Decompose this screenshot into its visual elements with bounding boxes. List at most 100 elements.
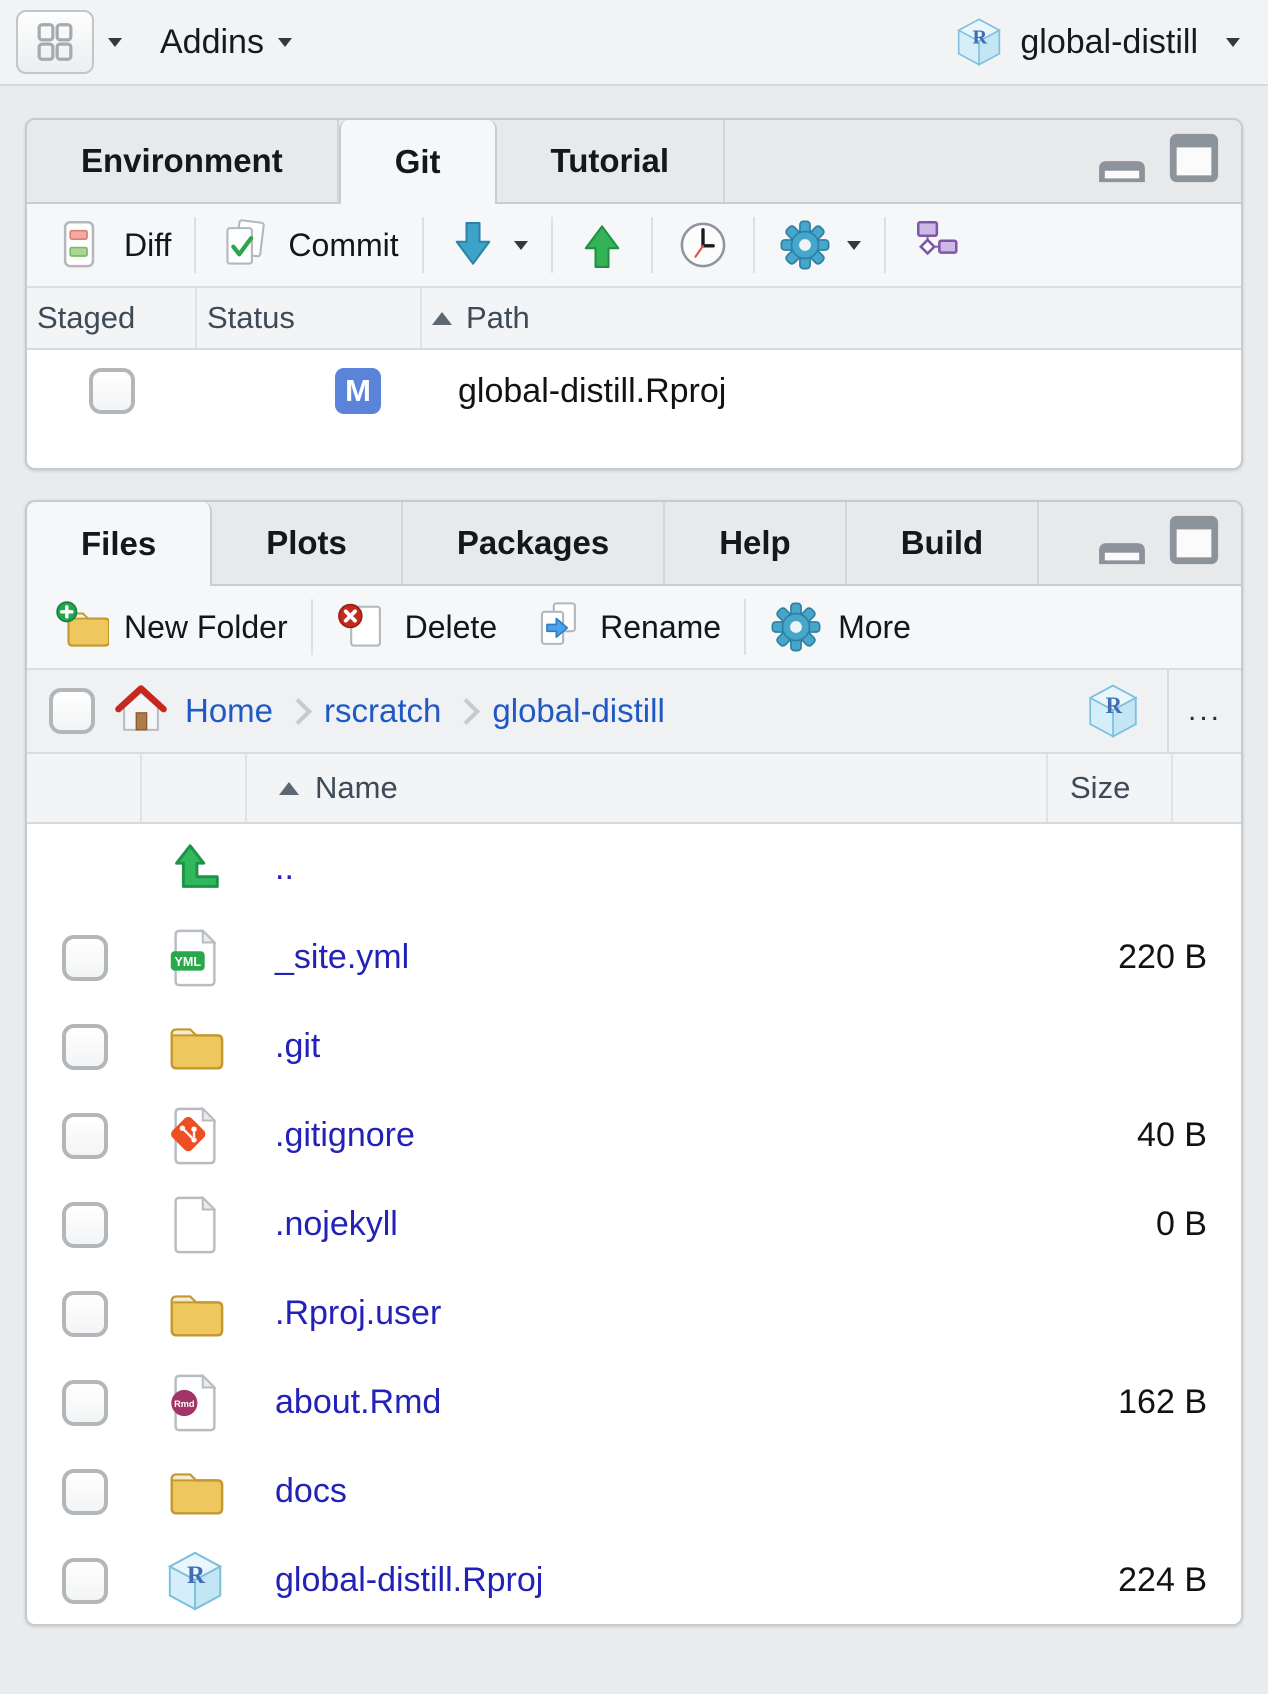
maximize-pane-icon[interactable] <box>1167 512 1221 568</box>
more-button[interactable]: More <box>759 596 921 658</box>
sort-asc-icon <box>279 782 299 795</box>
file-checkbox[interactable] <box>62 1291 108 1337</box>
diff-button[interactable]: Diff <box>45 214 181 276</box>
file-link[interactable]: .git <box>275 1027 320 1065</box>
status-column-header[interactable]: Status <box>197 288 422 348</box>
addins-menu[interactable]: Addins <box>160 23 292 62</box>
file-row[interactable]: docs <box>27 1447 1241 1536</box>
pull-button[interactable] <box>437 212 538 278</box>
file-row[interactable]: .nojekyll 0 B <box>27 1180 1241 1269</box>
rename-label: Rename <box>600 609 721 646</box>
tab-plots[interactable]: Plots <box>212 502 403 584</box>
tab-help[interactable]: Help <box>665 502 847 584</box>
file-list: .. YML _site.yml 220 B .git .gitignore 4… <box>27 824 1241 1625</box>
folder-icon <box>164 1283 226 1345</box>
file-link[interactable]: _site.yml <box>275 938 409 976</box>
git-pane: Environment Git Tutorial Diff Commit <box>25 118 1243 470</box>
git-file-icon <box>164 1105 226 1167</box>
minimize-pane-icon[interactable] <box>1095 526 1149 568</box>
tab-git[interactable]: Git <box>339 120 497 204</box>
file-icon <box>164 1194 226 1256</box>
file-row[interactable]: .gitignore 40 B <box>27 1091 1241 1180</box>
file-checkbox[interactable] <box>62 935 108 981</box>
delete-button[interactable]: Delete <box>326 596 508 658</box>
file-link[interactable]: .. <box>275 849 294 887</box>
tab-label: Build <box>901 524 983 562</box>
diff-icon <box>55 218 109 272</box>
toolbar-divider <box>651 217 653 273</box>
rename-button[interactable]: Rename <box>521 596 731 658</box>
file-link[interactable]: .nojekyll <box>275 1205 398 1243</box>
commit-button[interactable]: Commit <box>209 214 408 276</box>
rproject-icon: R <box>1085 683 1141 739</box>
sort-asc-icon <box>432 312 452 325</box>
push-arrow-icon <box>576 216 628 274</box>
files-table-header: Name Size <box>27 754 1241 824</box>
project-menu[interactable]: R global-distill <box>954 17 1268 67</box>
dropdown-caret-icon <box>108 38 122 47</box>
tab-label: Environment <box>81 142 283 180</box>
file-row[interactable]: .Rproj.user <box>27 1269 1241 1358</box>
tab-label: Plots <box>266 524 347 562</box>
tab-label: Tutorial <box>551 142 670 180</box>
file-link[interactable]: docs <box>275 1472 347 1510</box>
file-checkbox[interactable] <box>62 1380 108 1426</box>
file-row[interactable]: R global-distill.Rproj 224 B <box>27 1536 1241 1625</box>
main-toolbar: Addins R global-distill <box>0 0 1268 86</box>
breadcrumb-overflow-button[interactable]: ... <box>1167 670 1241 752</box>
file-checkbox[interactable] <box>62 1469 108 1515</box>
breadcrumb-home[interactable]: Home <box>185 692 273 730</box>
file-link[interactable]: about.Rmd <box>275 1383 441 1421</box>
staged-checkbox[interactable] <box>89 368 135 414</box>
tab-files[interactable]: Files <box>27 502 212 586</box>
new-folder-label: New Folder <box>124 609 288 646</box>
home-icon[interactable] <box>111 681 171 741</box>
tab-environment[interactable]: Environment <box>27 120 339 202</box>
tab-build[interactable]: Build <box>847 502 1039 584</box>
svg-text:R: R <box>973 27 988 49</box>
files-toolbar: New Folder Delete Rename More <box>27 586 1241 670</box>
pull-arrow-icon <box>447 216 499 274</box>
file-link[interactable]: global-distill.Rproj <box>275 1561 543 1599</box>
file-row[interactable]: .. <box>27 824 1241 913</box>
name-column-header[interactable]: Name <box>247 754 1048 822</box>
staged-column-header[interactable]: Staged <box>27 288 197 348</box>
maximize-pane-icon[interactable] <box>1167 130 1221 186</box>
file-checkbox[interactable] <box>62 1113 108 1159</box>
svg-text:Rmd: Rmd <box>174 1398 194 1408</box>
git-table-header: Staged Status Path <box>27 288 1241 350</box>
file-size: 224 B <box>1048 1561 1215 1600</box>
file-row[interactable]: .git <box>27 1002 1241 1091</box>
path-column-header[interactable]: Path <box>422 288 1241 348</box>
branch-diagram-button[interactable] <box>899 214 973 276</box>
git-row-path: global-distill.Rproj <box>422 372 1241 411</box>
rproject-icon: R <box>954 17 1004 67</box>
history-button[interactable] <box>666 214 740 276</box>
rename-icon <box>531 600 585 654</box>
file-checkbox[interactable] <box>62 1558 108 1604</box>
git-more-button[interactable] <box>768 214 871 276</box>
breadcrumb-global-distill[interactable]: global-distill <box>492 692 664 730</box>
new-folder-button[interactable]: New Folder <box>45 596 298 658</box>
file-link[interactable]: .gitignore <box>275 1116 415 1154</box>
file-checkbox[interactable] <box>62 1024 108 1070</box>
select-all-checkbox[interactable] <box>49 688 95 734</box>
toolbar-divider <box>753 217 755 273</box>
breadcrumb-rscratch[interactable]: rscratch <box>324 692 441 730</box>
more-label: More <box>838 609 911 646</box>
file-row[interactable]: YML _site.yml 220 B <box>27 913 1241 1002</box>
git-row[interactable]: M global-distill.Rproj <box>27 350 1241 432</box>
file-link[interactable]: .Rproj.user <box>275 1294 441 1332</box>
push-button[interactable] <box>566 212 638 278</box>
commit-diagram-icon <box>909 218 963 272</box>
pane-layout-button[interactable] <box>0 10 122 74</box>
tab-tutorial[interactable]: Tutorial <box>497 120 726 202</box>
size-column-header[interactable]: Size <box>1048 754 1173 822</box>
svg-text:YML: YML <box>174 954 201 968</box>
file-checkbox[interactable] <box>62 1202 108 1248</box>
file-row[interactable]: Rmd about.Rmd 162 B <box>27 1358 1241 1447</box>
file-size: 40 B <box>1048 1116 1215 1155</box>
minimize-pane-icon[interactable] <box>1095 144 1149 186</box>
status-badge: M <box>335 368 381 414</box>
tab-packages[interactable]: Packages <box>403 502 665 584</box>
